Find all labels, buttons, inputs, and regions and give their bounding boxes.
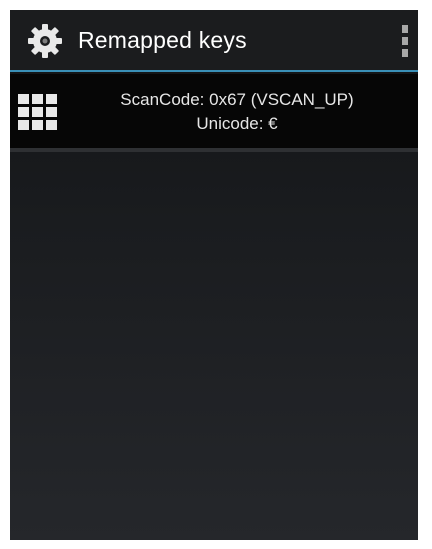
keypad-grid-icon [18,94,58,130]
gear-icon [28,24,62,58]
page-title: Remapped keys [78,27,247,53]
scan-code-label: ScanCode: 0x67 (VSCAN_UP) [120,90,354,109]
action-bar: Remapped keys [10,10,418,72]
unicode-label: Unicode: € [196,114,278,133]
overflow-menu-icon[interactable] [394,22,418,60]
app-screen: Remapped keys ScanCode: 0x67 (VSCAN_UP) … [10,10,418,540]
remapped-key-item[interactable]: ScanCode: 0x67 (VSCAN_UP) Unicode: € [10,74,418,152]
empty-list-area [10,152,418,540]
